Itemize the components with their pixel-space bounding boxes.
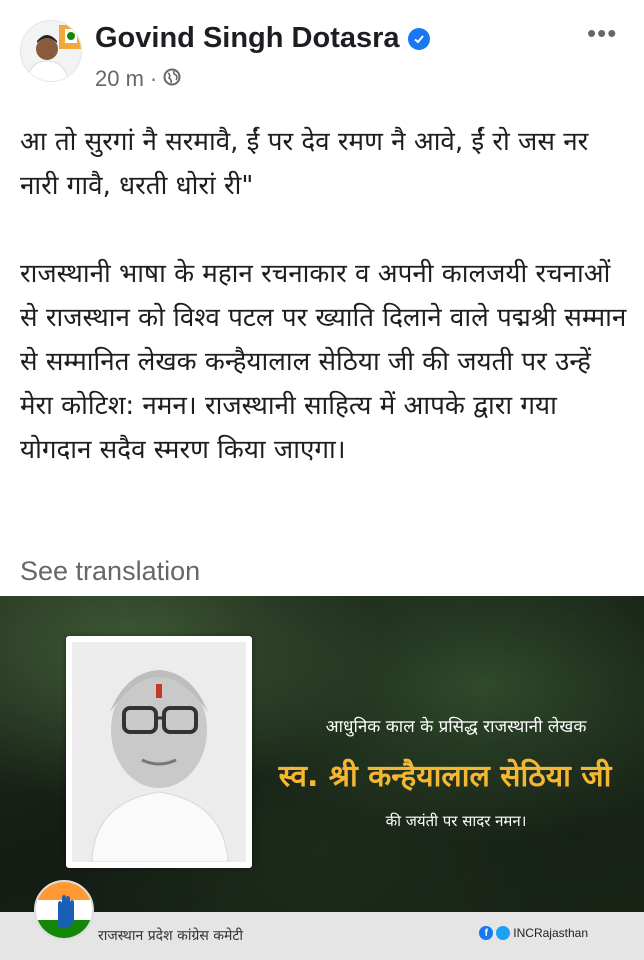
congress-logo: [34, 880, 94, 940]
poster-tribute-text: की जयंती पर सादर नमन।: [385, 812, 527, 830]
see-translation-link[interactable]: See translation: [20, 556, 200, 587]
social-handle: f INCRajasthan: [479, 926, 588, 940]
post-image[interactable]: आधुनिक काल के प्रसिद्ध राजस्थानी लेखक स्…: [0, 596, 644, 960]
author-name-text[interactable]: Govind Singh Dotasra: [95, 22, 400, 55]
post-paragraph: राजस्थानी भाषा के महान रचनाकार व अपनी का…: [20, 259, 627, 465]
poster-footer: राजस्थान प्रदेश कांग्रेस कमेटी f INCRaja…: [0, 912, 644, 960]
twitter-icon: [496, 926, 511, 940]
author-name[interactable]: Govind Singh Dotasra: [95, 22, 430, 55]
post-header: Govind Singh Dotasra 20 m · •••: [0, 0, 644, 110]
more-options-icon[interactable]: •••: [587, 18, 617, 49]
author-avatar[interactable]: [20, 20, 82, 82]
globe-icon[interactable]: [163, 66, 181, 92]
post-paragraph: आ तो सुरगां नै सरमावै, ईं पर देव रमण नै …: [20, 127, 589, 201]
post-time[interactable]: 20 m: [95, 66, 144, 92]
org-name: राजस्थान प्रदेश कांग्रेस कमेटी: [98, 928, 244, 944]
post-body: आ तो सुरगां नै सरमावै, ईं पर देव रमण नै …: [20, 120, 630, 472]
portrait-photo: [72, 642, 246, 862]
verified-badge-icon: [407, 27, 430, 50]
social-handle-text: INCRajasthan: [513, 926, 588, 940]
poster-subtitle: आधुनिक काल के प्रसिद्ध राजस्थानी लेखक: [325, 717, 587, 737]
avatar-image: [21, 21, 81, 81]
portrait-frame: [66, 636, 252, 868]
post-meta: 20 m ·: [95, 66, 181, 92]
facebook-icon: f: [479, 926, 494, 940]
poster-title: स्व. श्री कन्हैयालाल सेठिया जी: [278, 759, 612, 794]
meta-separator: ·: [149, 66, 158, 91]
